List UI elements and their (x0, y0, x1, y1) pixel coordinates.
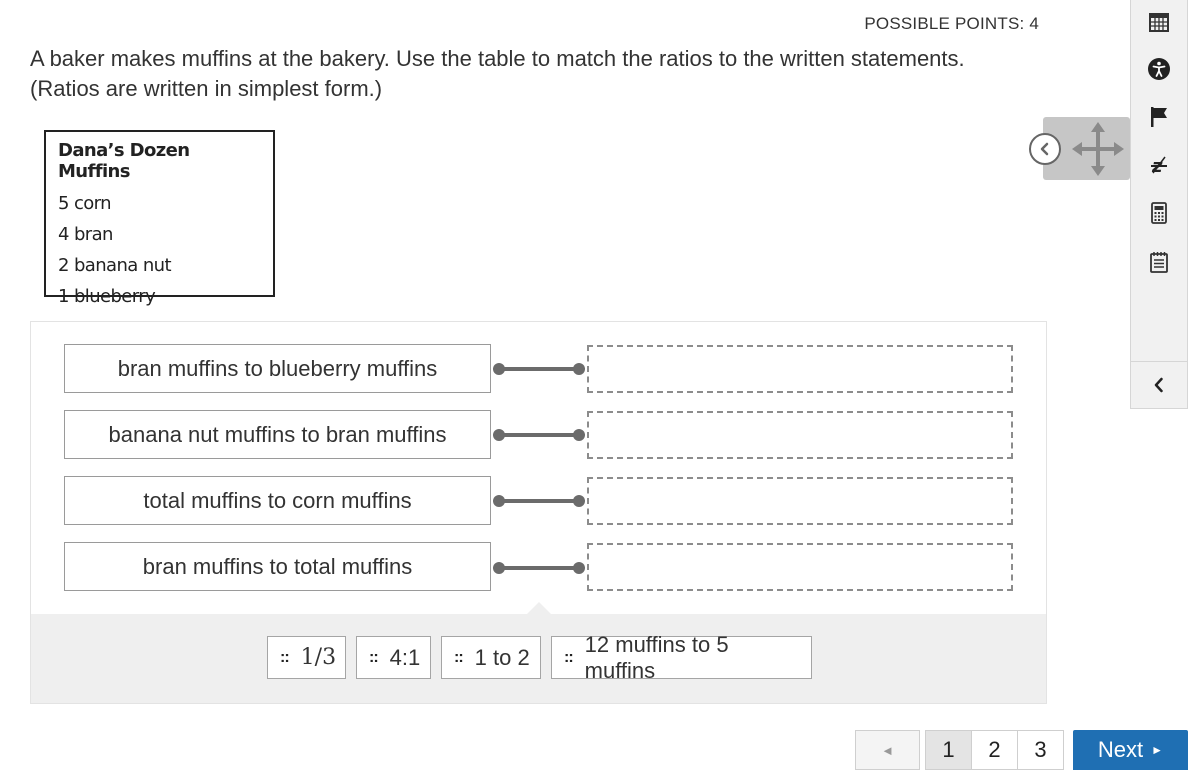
connector-line (493, 495, 585, 507)
next-button-label: Next (1097, 737, 1144, 762)
answer-dropzone[interactable] (587, 411, 1013, 459)
connector-line (493, 363, 585, 375)
answer-dropzone[interactable] (587, 543, 1013, 591)
answer-chip-label: 1 to 2 (474, 644, 530, 670)
toolbar-divider (1131, 361, 1187, 362)
answer-chip-label: 1/3 (300, 645, 337, 670)
grip-dots-icon: :: (280, 648, 290, 666)
answer-chip[interactable]: :: 12 muffins to 5 muffins (551, 632, 812, 683)
page-button-3[interactable]: 3 (1017, 730, 1064, 770)
muffin-table-row: 2 banana nut (58, 255, 172, 276)
accessibility-icon[interactable] (1131, 49, 1187, 89)
muffin-table-row: 5 corn (58, 193, 112, 214)
tools-toolbar: z (1130, 0, 1188, 409)
previous-page-button[interactable]: ◄ (855, 730, 920, 770)
notepad-icon[interactable] (1131, 242, 1187, 282)
page-button-1[interactable]: 1 (925, 730, 972, 770)
tray-notch (527, 602, 551, 614)
muffin-table-row: 1 blueberry (58, 286, 156, 307)
calendar-icon[interactable] (1131, 2, 1187, 42)
answer-chip-label: 12 muffins to 5 muffins (584, 631, 729, 683)
calculator-icon[interactable] (1131, 193, 1187, 233)
answer-chip[interactable]: :: 1 to 2 (441, 636, 541, 679)
possible-points: POSSIBLE POINTS: 4 (864, 14, 1039, 33)
answer-chip[interactable]: :: 4:1 (356, 636, 431, 679)
statement-box: banana nut muffins to bran muffins (64, 410, 491, 459)
triangle-right-icon: ► (1151, 743, 1164, 757)
answer-tray: :: 1/3 :: 4:1 :: 1 to 2 :: 12 muffins to… (31, 602, 1046, 703)
strikethrough-icon[interactable]: z (1131, 145, 1187, 185)
grip-dots-icon: :: (369, 648, 379, 666)
grip-dots-icon: :: (454, 648, 464, 666)
statement-box: bran muffins to blueberry muffins (64, 344, 491, 393)
pagination: ◄ 1 2 3 (855, 730, 1064, 770)
page-button-2[interactable]: 2 (971, 730, 1018, 770)
muffin-table-title: Dana’s Dozen Muffins (58, 140, 190, 182)
answer-chip[interactable]: :: 1/3 (267, 636, 346, 679)
matching-area: bran muffins to blueberry muffins banana… (30, 321, 1047, 704)
muffin-table: Dana’s Dozen Muffins 5 corn 4 bran 2 ban… (44, 130, 275, 307)
statement-box: total muffins to corn muffins (64, 476, 491, 525)
grip-dots-icon: :: (564, 648, 574, 666)
connector-line (493, 429, 585, 441)
chevron-left-icon[interactable] (1131, 365, 1187, 405)
collapse-circle-icon[interactable] (1029, 133, 1061, 165)
answer-dropzone[interactable] (587, 345, 1013, 393)
flag-icon[interactable] (1131, 97, 1187, 137)
next-button[interactable]: Next ► (1073, 730, 1188, 770)
question-text: A baker makes muffins at the bakery. Use… (30, 46, 965, 101)
connector-line (493, 562, 585, 574)
muffin-table-row: 4 bran (58, 224, 113, 245)
answer-chip-label: 4:1 (389, 644, 421, 670)
statement-box: bran muffins to total muffins (64, 542, 491, 591)
answer-dropzone[interactable] (587, 477, 1013, 525)
triangle-left-icon: ◄ (881, 742, 894, 758)
move-arrows-icon[interactable] (1072, 122, 1124, 181)
